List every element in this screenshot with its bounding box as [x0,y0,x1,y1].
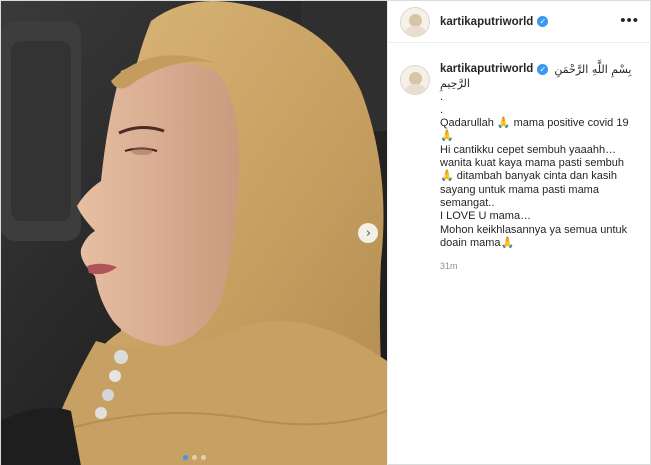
caption-line: Mohon keikhlasannya ya semua untuk doain… [440,223,631,249]
more-options-icon[interactable]: ••• [620,13,639,28]
caption-comment: kartikaputriworld ✓ بِسْمِ اللَّهِ الرَّ… [400,63,645,273]
photo-illustration [1,1,387,465]
instagram-post: › kartikaputriworld ✓ ••• kartikaputriwo… [0,0,651,465]
avatar[interactable] [400,6,430,37]
post-photo[interactable]: › [1,1,387,465]
caption-line: Hi cantikku cepet sembuh yaaahh… wanita … [440,143,628,209]
caption-line: I LOVE U mama… [440,210,532,223]
carousel-indicator [1,455,387,460]
caption-arabic-line1: بِسْمِ اللَّهِ الرَّحْمَنِ [554,63,632,76]
avatar[interactable] [400,65,430,95]
caption-username[interactable]: kartikaputriworld [440,63,533,76]
carousel-dot [182,455,188,460]
header-username[interactable]: kartikaputriworld [440,16,533,28]
carousel-dot [191,455,197,460]
carousel-next-button[interactable]: › [358,223,378,243]
post-side-panel: kartikaputriworld ✓ ••• kartikaputriworl… [387,1,651,465]
caption-line: . [440,90,444,103]
caption-line: . [440,103,444,116]
caption-arabic-line2: الرَّحِيمِ [440,77,470,91]
verified-badge-icon: ✓ [537,16,549,27]
verified-badge-icon: ✓ [537,64,549,76]
chevron-right-icon: › [365,225,372,241]
post-timestamp[interactable]: 31m [440,260,640,273]
caption-body: kartikaputriworld ✓ بِسْمِ اللَّهِ الرَّ… [440,63,640,273]
post-header: kartikaputriworld ✓ ••• [388,1,651,43]
caption-line: Qadarullah 🙏 mama positive covid 19🙏 [440,117,629,143]
carousel-dot [200,455,206,460]
